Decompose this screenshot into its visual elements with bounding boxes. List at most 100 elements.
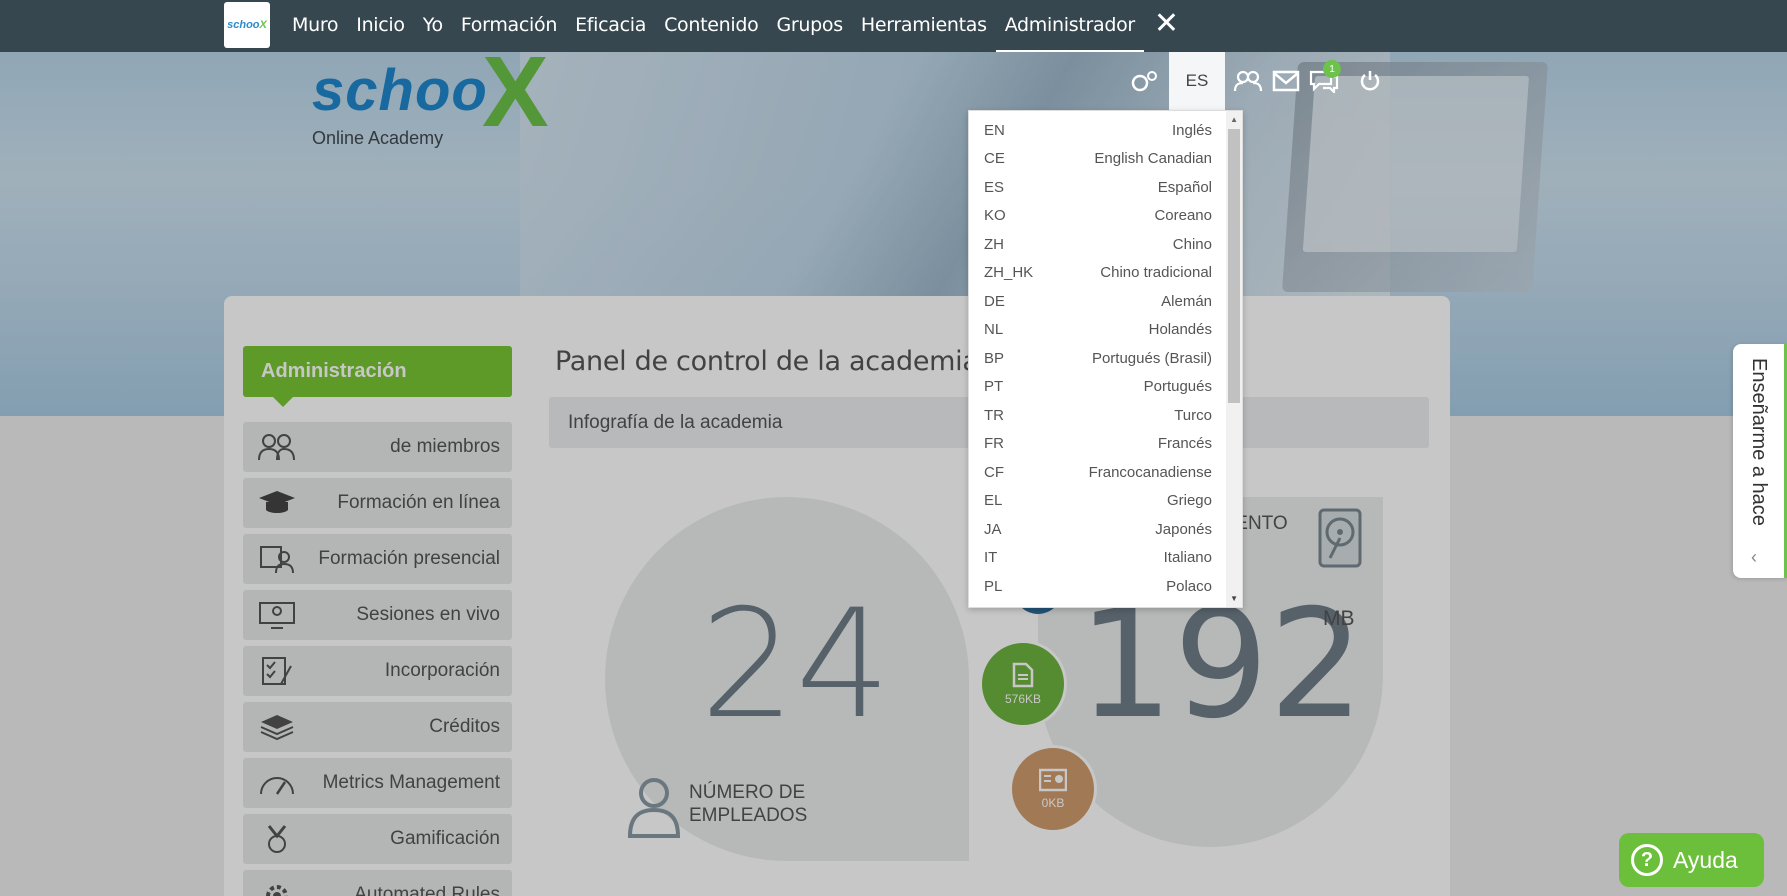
gauge-icon [257, 768, 297, 798]
nav-item-muro[interactable]: Muro [283, 0, 347, 52]
sidebar-item-de-miembros[interactable]: de miembros [243, 422, 512, 472]
sidebar-item-automated-rules[interactable]: Automated Rules [243, 870, 512, 896]
help-button[interactable]: ? Ayuda [1619, 833, 1764, 887]
language-name: Italiano [1163, 549, 1212, 567]
language-code: PT [984, 378, 1004, 396]
sidebar-item-label: Gamificación [390, 828, 500, 849]
language-option-it[interactable]: IT Italiano [969, 544, 1242, 573]
power-icon[interactable] [1351, 52, 1389, 110]
language-option-pl[interactable]: PL Polaco [969, 572, 1242, 601]
nav-item-grupos[interactable]: Grupos [767, 0, 851, 52]
language-option-fr[interactable]: FR Francés [969, 430, 1242, 459]
sidebar-item-label: Créditos [429, 716, 500, 737]
language-name: Inglés [1171, 121, 1212, 139]
language-code: BP [984, 349, 1005, 367]
media-icon [1039, 768, 1067, 792]
language-option-nl[interactable]: NL Holandés [969, 316, 1242, 345]
brand-word: schoo [312, 58, 488, 123]
language-name: Español [1157, 178, 1212, 196]
language-code: CF [984, 463, 1004, 481]
scroll-down-icon[interactable]: ▼ [1230, 594, 1238, 603]
language-name: English Canadian [1094, 150, 1212, 168]
language-code: KO [984, 207, 1006, 225]
language-dropdown[interactable]: EN Inglés CE English Canadian ES Español KO Cor… [968, 110, 1243, 608]
language-option-ce[interactable]: CE English Canadian [969, 145, 1242, 174]
language-code: TR [984, 406, 1004, 424]
nav-item-inicio[interactable]: Inicio [347, 0, 413, 52]
top-navigation: schoo X Muro Inicio Yo Formación Eficacia Cont… [0, 0, 1787, 52]
schoox-logo[interactable]: schoo X [224, 2, 270, 48]
language-code: EN [984, 121, 1005, 139]
teach-me-tab[interactable]: Enseñarme a hace ‹ [1733, 344, 1787, 578]
language-name: Polaco [1166, 577, 1212, 595]
language-name: Chino [1172, 235, 1212, 253]
chevron-left-icon[interactable]: ‹ [1751, 547, 1757, 568]
sidebar-item-metrics-management[interactable]: Metrics Management [243, 758, 512, 808]
language-option-ko[interactable]: KO Coreano [969, 202, 1242, 231]
language-code: FR [984, 435, 1004, 453]
employees-label: NÚMERO DE EMPLEADOS [689, 781, 807, 827]
scroll-up-icon[interactable]: ▲ [1230, 115, 1238, 124]
language-option-en[interactable]: EN Inglés [969, 116, 1242, 145]
scrollbar-thumb[interactable] [1228, 129, 1240, 403]
language-name: Turco [1174, 406, 1212, 424]
sidebar-item-créditos[interactable]: Créditos [243, 702, 512, 752]
people-icon[interactable] [1229, 52, 1267, 110]
language-option-es[interactable]: ES Español [969, 173, 1242, 202]
documents-size-circle[interactable]: 576KB [979, 640, 1067, 728]
sidebar-item-incorporación[interactable]: Incorporación [243, 646, 512, 696]
language-selector[interactable]: ES [1169, 52, 1225, 110]
nav-item-eficacia[interactable]: Eficacia [566, 0, 655, 52]
employees-label-line2: EMPLEADOS [689, 805, 808, 826]
settings-gear-icon[interactable] [1125, 52, 1163, 110]
nav-item-administrador[interactable]: Administrador [995, 0, 1145, 52]
media-size: 0KB [1041, 796, 1065, 810]
sidebar-item-formación-presencial[interactable]: Formación presencial [243, 534, 512, 584]
language-code: EL [984, 492, 1003, 510]
classroom-icon [257, 544, 297, 574]
dropdown-scrollbar[interactable]: ▲ ▼ [1226, 111, 1242, 607]
header-icons: ES 1 [1125, 52, 1389, 110]
language-option-ja[interactable]: JA Japonés [969, 515, 1242, 544]
language-code: NL [984, 321, 1004, 339]
language-option-tr[interactable]: TR Turco [969, 401, 1242, 430]
language-name: Portugués (Brasil) [1091, 349, 1212, 367]
sidebar-title[interactable]: Administración [243, 346, 512, 407]
media-size-circle[interactable]: 0KB [1009, 745, 1097, 833]
nav-item-herramientas[interactable]: Herramientas [852, 0, 996, 52]
mail-icon[interactable] [1267, 52, 1305, 110]
notification-badge: 1 [1323, 60, 1341, 78]
sidebar-item-gamificación[interactable]: Gamificación [243, 814, 512, 864]
language-name: Alemán [1161, 292, 1212, 310]
language-option-de[interactable]: DE Alemán [969, 287, 1242, 316]
sidebar-item-label: Formación presencial [318, 548, 500, 569]
language-name: Francés [1157, 435, 1212, 453]
language-name: Coreano [1154, 207, 1212, 225]
sidebar-item-formación-en-línea[interactable]: Formación en línea [243, 478, 512, 528]
sidebar-item-sesiones-en-vivo[interactable]: Sesiones en vivo [243, 590, 512, 640]
language-name: Chino tradicional [1100, 264, 1212, 282]
storage-unit: MB [1323, 607, 1355, 630]
chat-icon[interactable]: 1 [1305, 52, 1343, 110]
brand-x: X [482, 36, 550, 148]
language-option-pt[interactable]: PT Portugués [969, 373, 1242, 402]
language-name: Japonés [1155, 520, 1212, 538]
language-option-cf[interactable]: CF Francocanadiense [969, 458, 1242, 487]
language-code: CE [984, 150, 1005, 168]
nav-item-formación[interactable]: Formación [452, 0, 566, 52]
language-code: ZH [984, 235, 1004, 253]
language-option-el[interactable]: EL Griego [969, 487, 1242, 516]
admin-sidebar: Administración de miembros Formación en l… [243, 346, 512, 896]
language-name: Holandés [1148, 321, 1212, 339]
close-icon[interactable]: ✕ [1144, 0, 1189, 52]
language-option-zh_hk[interactable]: ZH_HK Chino tradicional [969, 259, 1242, 288]
sidebar-item-label: de miembros [390, 436, 500, 457]
graduation-cap-icon [257, 488, 297, 518]
language-option-zh[interactable]: ZH Chino [969, 230, 1242, 259]
live-session-icon [257, 600, 297, 630]
employees-count: 24 [700, 578, 891, 752]
nav-item-yo[interactable]: Yo [414, 0, 452, 52]
nav-item-contenido[interactable]: Contenido [655, 0, 767, 52]
language-option-bp[interactable]: BP Portugués (Brasil) [969, 344, 1242, 373]
checklist-icon [257, 656, 297, 686]
